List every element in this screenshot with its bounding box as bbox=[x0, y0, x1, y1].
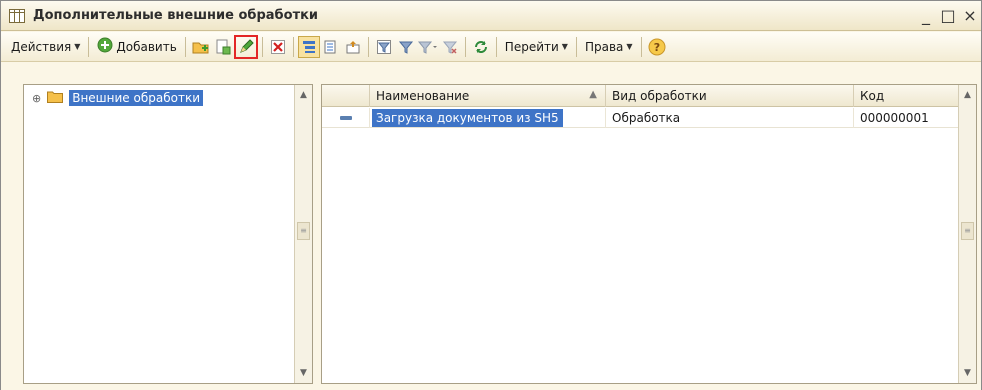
toolbar-separator bbox=[640, 36, 642, 57]
app-window: Дополнительные внешние обработки _ □ × Д… bbox=[0, 0, 982, 390]
type-cell-text: Обработка bbox=[612, 111, 681, 125]
type-cell[interactable]: Обработка bbox=[606, 108, 854, 128]
column-header-code[interactable]: Код bbox=[854, 85, 959, 107]
maximize-button[interactable]: □ bbox=[937, 1, 959, 31]
filter-by-value-icon[interactable] bbox=[373, 36, 395, 58]
filter-list-icon[interactable] bbox=[417, 36, 439, 58]
content-area: ⊕ Внешние обработки ▲ ≡ ▼ Наименование ▲ bbox=[1, 63, 981, 390]
goto-label: Перейти bbox=[504, 39, 559, 54]
toolbar-separator bbox=[261, 36, 263, 57]
tree-scrollbar[interactable]: ▲ ≡ ▼ bbox=[294, 85, 312, 383]
toolbar-separator bbox=[88, 36, 90, 57]
dropdown-arrow-icon: ▼ bbox=[74, 42, 81, 51]
list-icon[interactable] bbox=[320, 36, 342, 58]
column-header-label: Код bbox=[860, 89, 885, 103]
add-label: Добавить bbox=[116, 39, 177, 54]
column-header-type[interactable]: Вид обработки bbox=[606, 85, 854, 107]
table-scrollbar[interactable]: ▲ ≡ ▼ bbox=[958, 85, 976, 383]
move-to-group-icon[interactable] bbox=[342, 36, 364, 58]
delete-icon[interactable] bbox=[267, 36, 289, 58]
filter-icon[interactable] bbox=[395, 36, 417, 58]
name-cell[interactable]: Загрузка документов из SH5 bbox=[370, 108, 606, 128]
scroll-up-icon[interactable]: ▲ bbox=[959, 87, 976, 103]
actions-menu-button[interactable]: Действия ▼ bbox=[7, 36, 84, 58]
expand-icon[interactable]: ⊕ bbox=[32, 92, 41, 105]
table-row[interactable]: Загрузка документов из SH5 Обработка 000… bbox=[322, 108, 959, 128]
edit-icon[interactable] bbox=[233, 34, 258, 59]
list-table: Наименование ▲ Вид обработки Код Загрузк… bbox=[321, 84, 977, 384]
column-header-icon[interactable] bbox=[322, 85, 370, 107]
help-icon[interactable]: ? bbox=[646, 36, 668, 58]
svg-text:?: ? bbox=[653, 41, 659, 54]
folder-icon bbox=[47, 90, 64, 106]
scroll-down-icon[interactable]: ▼ bbox=[959, 365, 976, 381]
table-icon bbox=[9, 8, 25, 23]
column-header-label: Вид обработки bbox=[612, 89, 707, 103]
actions-label: Действия bbox=[11, 39, 72, 54]
refresh-icon[interactable] bbox=[470, 36, 492, 58]
clear-filter-icon[interactable] bbox=[439, 36, 461, 58]
rights-label: Права bbox=[584, 39, 624, 54]
table-header: Наименование ▲ Вид обработки Код bbox=[322, 85, 959, 107]
sort-ascending-icon: ▲ bbox=[589, 89, 597, 100]
add-icon bbox=[97, 37, 113, 56]
toolbar-separator bbox=[184, 36, 186, 57]
name-cell-text: Загрузка документов из SH5 bbox=[372, 109, 563, 127]
rights-menu-button[interactable]: Права ▼ bbox=[581, 36, 637, 58]
window-title: Дополнительные внешние обработки bbox=[33, 8, 319, 23]
window-controls: _ □ × bbox=[915, 1, 981, 31]
toolbar-separator bbox=[292, 36, 294, 57]
scroll-thumb[interactable]: ≡ bbox=[297, 222, 310, 240]
goto-menu-button[interactable]: Перейти ▼ bbox=[501, 36, 572, 58]
groups-tree: ⊕ Внешние обработки ▲ ≡ ▼ bbox=[23, 84, 313, 384]
title-bar: Дополнительные внешние обработки _ □ × bbox=[1, 1, 981, 31]
scroll-thumb[interactable]: ≡ bbox=[961, 222, 974, 240]
tree-item-label: Внешние обработки bbox=[69, 90, 203, 106]
scroll-down-icon[interactable]: ▼ bbox=[295, 365, 312, 381]
scroll-up-icon[interactable]: ▲ bbox=[295, 87, 312, 103]
code-cell[interactable]: 000000001 bbox=[854, 108, 959, 128]
toolbar-separator bbox=[464, 36, 466, 57]
tree-item[interactable]: ⊕ Внешние обработки bbox=[32, 89, 203, 107]
toolbar-separator bbox=[367, 36, 369, 57]
dropdown-arrow-icon: ▼ bbox=[626, 42, 633, 51]
new-folder-icon[interactable] bbox=[190, 36, 212, 58]
toolbar: Действия ▼ Добавить Перейти ▼ Права ▼ ? bbox=[1, 32, 981, 62]
column-header-name[interactable]: Наименование ▲ bbox=[370, 85, 606, 107]
code-cell-text: 000000001 bbox=[860, 111, 929, 125]
row-icon-cell bbox=[322, 108, 370, 128]
element-icon bbox=[339, 116, 352, 120]
column-header-label: Наименование bbox=[376, 89, 470, 103]
dropdown-arrow-icon: ▼ bbox=[561, 42, 568, 51]
hierarchy-icon[interactable] bbox=[297, 35, 320, 58]
minimize-button[interactable]: _ bbox=[915, 1, 937, 31]
toolbar-separator bbox=[495, 36, 497, 57]
close-button[interactable]: × bbox=[959, 1, 981, 31]
add-button[interactable]: Добавить bbox=[93, 36, 180, 58]
copy-icon[interactable] bbox=[212, 36, 234, 58]
toolbar-separator bbox=[575, 36, 577, 57]
